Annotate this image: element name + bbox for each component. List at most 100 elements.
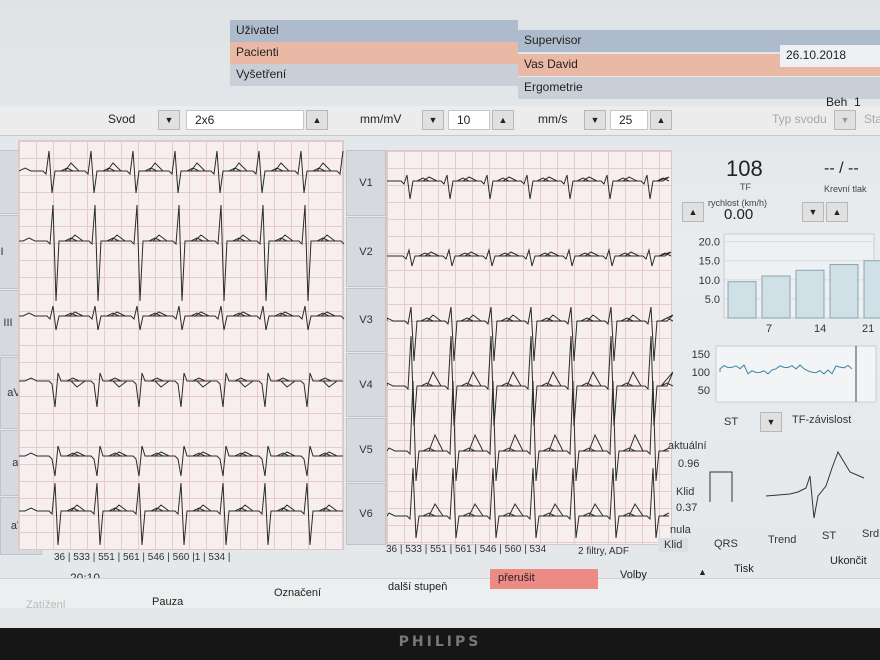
lead-label: V4 bbox=[359, 379, 373, 391]
svod-dropdown-button[interactable]: ▼ bbox=[158, 110, 180, 130]
ecg-trace-2 bbox=[387, 248, 672, 267]
monitor-screen: Uživatel Supervisor Pacienti Vas David V… bbox=[0, 0, 880, 628]
speed-increase-button[interactable]: ▲ bbox=[682, 202, 704, 222]
speed-decrease-button[interactable]: ▼ bbox=[802, 202, 824, 222]
load-button[interactable]: Zatížení bbox=[26, 599, 66, 611]
hr-trend-svg: 150 100 50 bbox=[692, 345, 877, 403]
mark-button[interactable]: Označení bbox=[274, 587, 321, 599]
abort-button[interactable]: přerušit bbox=[490, 569, 598, 589]
stage-bar-chart-svg: 20.0 15.0 10.0 5.0 7 14 21 bbox=[699, 233, 880, 335]
ecg-trace-3 bbox=[19, 305, 345, 331]
hr-chart-y-tick: 150 bbox=[692, 349, 710, 361]
next-stage-button[interactable]: další stupeň bbox=[388, 581, 447, 593]
tab-qrs[interactable]: QRS bbox=[714, 538, 738, 550]
speed-up-button[interactable]: ▲ bbox=[650, 110, 672, 130]
bar-chart-y-tick: 10.0 bbox=[699, 275, 720, 287]
bar-chart-y-tick: 15.0 bbox=[699, 256, 720, 268]
tab-st[interactable]: ST bbox=[822, 530, 836, 542]
ecg-trace-1 bbox=[19, 150, 344, 194]
lead-label: V2 bbox=[359, 246, 373, 258]
ecg-trace-5 bbox=[19, 445, 343, 477]
hr-chart-y-tick: 50 bbox=[698, 385, 710, 397]
blood-pressure-value: -- / -- bbox=[824, 160, 859, 177]
svod-up-button[interactable]: ▲ bbox=[306, 110, 328, 130]
lead-label: II bbox=[0, 176, 5, 188]
stage-bar bbox=[761, 275, 791, 319]
tab-trend[interactable]: Trend bbox=[768, 534, 796, 546]
ecg-trace-4 bbox=[387, 335, 673, 427]
ecg-traces-limb bbox=[19, 150, 345, 546]
stage-bar bbox=[863, 260, 880, 319]
ecg-trace-5 bbox=[387, 380, 670, 482]
lead-type-select[interactable]: Typ svodu bbox=[772, 112, 827, 126]
qrs-complex-trace bbox=[765, 450, 865, 519]
hr-chart-plot-area bbox=[715, 345, 877, 403]
lead-tab-V2[interactable]: V2 bbox=[346, 217, 386, 287]
stage-bar bbox=[727, 281, 757, 319]
heart-rate-value: 108 bbox=[726, 156, 763, 181]
bar-chart-x-tick: 14 bbox=[814, 323, 826, 335]
svod-value[interactable]: 2x6 bbox=[186, 110, 304, 130]
gain-down-button[interactable]: ▼ bbox=[422, 110, 444, 130]
exam-date: 26.10.2018 bbox=[780, 45, 880, 67]
finish-button[interactable]: Ukončit bbox=[830, 555, 867, 567]
vitals-panel: 108 TF -- / -- Krevní tlak ▲ rychlost (k… bbox=[658, 150, 880, 560]
monitor-brand-logo: PHILIPS bbox=[398, 634, 482, 650]
lead-tab-V3[interactable]: V3 bbox=[346, 288, 386, 352]
lead-label: III bbox=[3, 317, 13, 329]
st-select-dropdown-button[interactable]: ▼ bbox=[760, 412, 782, 432]
treadmill-speed-value: 0.00 bbox=[724, 206, 754, 223]
st-current-label: aktuální bbox=[668, 440, 707, 452]
ecg-trace-1 bbox=[387, 174, 670, 200]
stat-label[interactable]: Sta bbox=[864, 112, 880, 126]
beat-numbers-right: 36 | 533 | 551 | 561 | 546 | 560 | 534 bbox=[386, 544, 547, 555]
lead-tab-V5[interactable]: V5 bbox=[346, 418, 386, 482]
lead-tab-V1[interactable]: V1 bbox=[346, 150, 386, 216]
gain-value[interactable]: 10 bbox=[448, 110, 490, 130]
st-zero-label: nula bbox=[670, 524, 691, 536]
blood-pressure-label: Krevní tlak bbox=[824, 184, 867, 194]
lead-tab-V4[interactable]: V4 bbox=[346, 353, 386, 417]
hr-trend-chart: 150 100 50 bbox=[676, 342, 880, 408]
st-rest-value: 0.37 bbox=[676, 502, 698, 514]
lead-type-dropdown-button[interactable]: ▼ bbox=[834, 110, 856, 130]
tab-klid[interactable]: Klid bbox=[658, 538, 689, 552]
beat-numbers-left: 36 | 533 | 551 | 561 | 546 | 560 |1 | 53… bbox=[54, 552, 231, 563]
lead-tab-V6[interactable]: V6 bbox=[346, 483, 386, 545]
gain-up-button[interactable]: ▲ bbox=[492, 110, 514, 130]
pause-button[interactable]: Pauza bbox=[152, 596, 183, 608]
speed-label: mm/s bbox=[538, 112, 568, 126]
heart-rate-label: TF bbox=[740, 182, 751, 192]
exam-row-label[interactable]: Vyšetření bbox=[230, 64, 518, 86]
speed-down-button[interactable]: ▼ bbox=[584, 110, 606, 130]
options-button[interactable]: Volby bbox=[620, 569, 647, 581]
ecg-trace-2 bbox=[19, 204, 345, 302]
tab-srd[interactable]: Srd bbox=[862, 528, 879, 540]
calibration-pulse bbox=[709, 471, 733, 502]
stage-bar-chart: 20.0 15.0 10.0 5.0 7 14 21 bbox=[676, 228, 880, 338]
ecg-trace-4 bbox=[19, 372, 343, 408]
svod-label: Svod bbox=[108, 112, 136, 126]
st-rest-label: Klid bbox=[676, 486, 695, 498]
user-row-label[interactable]: Uživatel bbox=[230, 20, 518, 42]
ecg-trace-6 bbox=[19, 482, 343, 546]
st-select[interactable]: ST bbox=[724, 416, 738, 428]
lead-label: I bbox=[0, 246, 4, 258]
lead-label: V6 bbox=[359, 508, 373, 520]
bar-chart-x-tick: 7 bbox=[766, 323, 772, 335]
bar-chart-y-tick: 5.0 bbox=[705, 294, 720, 306]
speed-value[interactable]: 25 bbox=[610, 110, 648, 130]
options-arrow-icon[interactable]: ▲ bbox=[698, 567, 707, 577]
speed-step-up-button[interactable]: ▲ bbox=[826, 202, 848, 222]
patient-row-label[interactable]: Pacienti bbox=[230, 42, 518, 64]
tf-dependency-tab[interactable]: TF-závislost bbox=[792, 414, 851, 426]
bar-chart-x-tick: 21 bbox=[862, 323, 874, 335]
st-complex-waveform bbox=[709, 450, 865, 519]
bar-chart-y-tick: 20.0 bbox=[699, 237, 720, 249]
st-current-value: 0.96 bbox=[678, 458, 700, 470]
toolbar: Svod ▼ 2x6 ▲ mm/mV ▼ 10 ▲ mm/s ▼ 25 ▲ Ty… bbox=[0, 106, 880, 136]
lead-label: V5 bbox=[359, 444, 373, 456]
ecg-panel-limb-leads bbox=[18, 140, 345, 550]
print-button[interactable]: Tisk bbox=[734, 563, 754, 575]
ecg-traces-chest bbox=[387, 174, 673, 539]
